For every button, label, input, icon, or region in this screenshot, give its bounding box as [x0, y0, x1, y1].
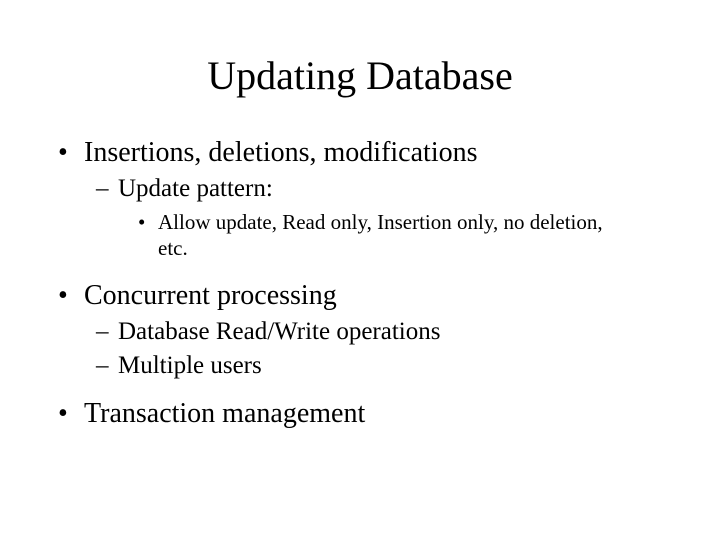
slide-title: Updating Database	[0, 0, 720, 119]
bullet-level1: Transaction management	[58, 398, 680, 430]
bullet-level1: Concurrent processing	[58, 280, 680, 312]
bullet-level2: Multiple users	[96, 352, 680, 380]
bullet-level1: Insertions, deletions, modifications	[58, 137, 680, 169]
bullet-level3: Allow update, Read only, Insertion only,…	[138, 209, 618, 262]
slide-body: Insertions, deletions, modifications Upd…	[0, 137, 720, 430]
bullet-level2: Update pattern:	[96, 175, 680, 203]
slide: Updating Database Insertions, deletions,…	[0, 0, 720, 540]
bullet-level2: Database Read/Write operations	[96, 318, 680, 346]
